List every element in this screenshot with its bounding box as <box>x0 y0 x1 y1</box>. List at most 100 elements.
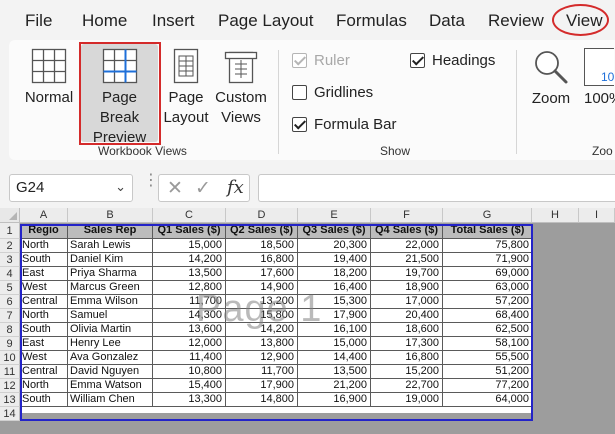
column-header-e[interactable]: E <box>298 208 371 223</box>
cell-f7[interactable]: 20,400 <box>371 309 443 323</box>
cell-f10[interactable]: 16,800 <box>371 351 443 365</box>
cell-g13[interactable]: 64,000 <box>443 393 533 407</box>
menu-insert[interactable]: Insert <box>152 11 195 31</box>
cell-d7[interactable]: 15,800 <box>226 309 298 323</box>
cell-g11[interactable]: 51,200 <box>443 365 533 379</box>
cell-a8[interactable]: South <box>20 323 68 337</box>
zoom-button[interactable]: Zoom <box>526 48 576 109</box>
row-header-3[interactable]: 3 <box>0 253 20 267</box>
cell-c12[interactable]: 15,400 <box>153 379 226 393</box>
cell-d12[interactable]: 17,900 <box>226 379 298 393</box>
header-cell-f[interactable]: Q4 Sales ($) <box>371 224 443 239</box>
cell-e7[interactable]: 17,900 <box>298 309 371 323</box>
cell-d5[interactable]: 14,900 <box>226 281 298 295</box>
chevron-down-icon[interactable]: ⌄ <box>115 179 126 195</box>
cell-f11[interactable]: 15,200 <box>371 365 443 379</box>
cell-d9[interactable]: 13,800 <box>226 337 298 351</box>
cell-e9[interactable]: 15,000 <box>298 337 371 351</box>
cell-f12[interactable]: 22,700 <box>371 379 443 393</box>
cell-f13[interactable]: 19,000 <box>371 393 443 407</box>
cell-c9[interactable]: 12,000 <box>153 337 226 351</box>
row-header-10[interactable]: 10 <box>0 351 20 365</box>
cancel-icon[interactable]: ✕ <box>167 177 183 200</box>
cell-b6[interactable]: Emma Wilson <box>68 295 153 309</box>
menu-file[interactable]: File <box>25 11 52 31</box>
header-cell-d[interactable]: Q2 Sales ($) <box>226 224 298 239</box>
row-header-5[interactable]: 5 <box>0 281 20 295</box>
cell-g8[interactable]: 62,500 <box>443 323 533 337</box>
cell-e4[interactable]: 18,200 <box>298 267 371 281</box>
cell-a10[interactable]: West <box>20 351 68 365</box>
cell-b8[interactable]: Olivia Martin <box>68 323 153 337</box>
cell-a11[interactable]: Central <box>20 365 68 379</box>
cell-g12[interactable]: 77,200 <box>443 379 533 393</box>
cell-f8[interactable]: 18,600 <box>371 323 443 337</box>
headings-checkbox[interactable] <box>410 53 425 68</box>
normal-view-button[interactable]: Normal <box>20 48 78 108</box>
enter-check-icon[interactable]: ✓ <box>195 177 211 200</box>
cell-d4[interactable]: 17,600 <box>226 267 298 281</box>
cell-a5[interactable]: West <box>20 281 68 295</box>
menu-review[interactable]: Review <box>488 11 544 31</box>
column-header-a[interactable]: A <box>20 208 68 223</box>
menu-data[interactable]: Data <box>429 11 465 31</box>
cell-b4[interactable]: Priya Sharma <box>68 267 153 281</box>
cell-c5[interactable]: 12,800 <box>153 281 226 295</box>
cell-e12[interactable]: 21,200 <box>298 379 371 393</box>
insert-function-icon[interactable]: fx <box>227 177 244 198</box>
cell-c2[interactable]: 15,000 <box>153 239 226 253</box>
cell-e2[interactable]: 20,300 <box>298 239 371 253</box>
cell-e8[interactable]: 16,100 <box>298 323 371 337</box>
name-box[interactable]: G24 ⌄ <box>9 174 133 202</box>
page-layout-view-button[interactable]: Page Layout <box>162 48 210 128</box>
column-header-c[interactable]: C <box>153 208 226 223</box>
cell-g5[interactable]: 63,000 <box>443 281 533 295</box>
gridlines-checkbox[interactable] <box>292 85 307 100</box>
cell-c4[interactable]: 13,500 <box>153 267 226 281</box>
cell-a9[interactable]: East <box>20 337 68 351</box>
cell-c3[interactable]: 14,200 <box>153 253 226 267</box>
cell-a12[interactable]: North <box>20 379 68 393</box>
cell-b10[interactable]: Ava Gonzalez <box>68 351 153 365</box>
column-header-d[interactable]: D <box>226 208 298 223</box>
row-header-6[interactable]: 6 <box>0 295 20 309</box>
menu-page-layout[interactable]: Page Layout <box>218 11 313 31</box>
zoom-100-button[interactable]: 10 100% <box>584 48 615 109</box>
select-all-corner[interactable] <box>0 208 20 223</box>
formula-input[interactable] <box>258 174 615 202</box>
header-cell-c[interactable]: Q1 Sales ($) <box>153 224 226 239</box>
cell-d3[interactable]: 16,800 <box>226 253 298 267</box>
column-header-g[interactable]: G <box>443 208 532 223</box>
cell-e3[interactable]: 19,400 <box>298 253 371 267</box>
menu-home[interactable]: Home <box>82 11 127 31</box>
row-header-4[interactable]: 4 <box>0 267 20 281</box>
cell-f6[interactable]: 17,000 <box>371 295 443 309</box>
cell-a6[interactable]: Central <box>20 295 68 309</box>
cell-g4[interactable]: 69,000 <box>443 267 533 281</box>
row-header-1[interactable]: 1 <box>0 223 20 239</box>
cell-g10[interactable]: 55,500 <box>443 351 533 365</box>
cell-f4[interactable]: 19,700 <box>371 267 443 281</box>
cell-d10[interactable]: 12,900 <box>226 351 298 365</box>
custom-views-button[interactable]: Custom Views <box>212 48 270 128</box>
cell-d13[interactable]: 14,800 <box>226 393 298 407</box>
cell-c8[interactable]: 13,600 <box>153 323 226 337</box>
cell-g9[interactable]: 58,100 <box>443 337 533 351</box>
cell-a13[interactable]: South <box>20 393 68 407</box>
row-header-9[interactable]: 9 <box>0 337 20 351</box>
row-header-2[interactable]: 2 <box>0 239 20 253</box>
cell-b13[interactable]: William Chen <box>68 393 153 407</box>
cell-g7[interactable]: 68,400 <box>443 309 533 323</box>
header-cell-g[interactable]: Total Sales ($) <box>443 224 533 239</box>
cell-b12[interactable]: Emma Watson <box>68 379 153 393</box>
header-cell-a[interactable]: Regio <box>20 224 68 239</box>
cell-d2[interactable]: 18,500 <box>226 239 298 253</box>
cell-d8[interactable]: 14,200 <box>226 323 298 337</box>
row-header-14[interactable]: 14 <box>0 407 20 421</box>
header-cell-b[interactable]: Sales Rep <box>68 224 153 239</box>
cell-c13[interactable]: 13,300 <box>153 393 226 407</box>
cell-a2[interactable]: North <box>20 239 68 253</box>
cell-b11[interactable]: David Nguyen <box>68 365 153 379</box>
cell-b2[interactable]: Sarah Lewis <box>68 239 153 253</box>
cell-a4[interactable]: East <box>20 267 68 281</box>
